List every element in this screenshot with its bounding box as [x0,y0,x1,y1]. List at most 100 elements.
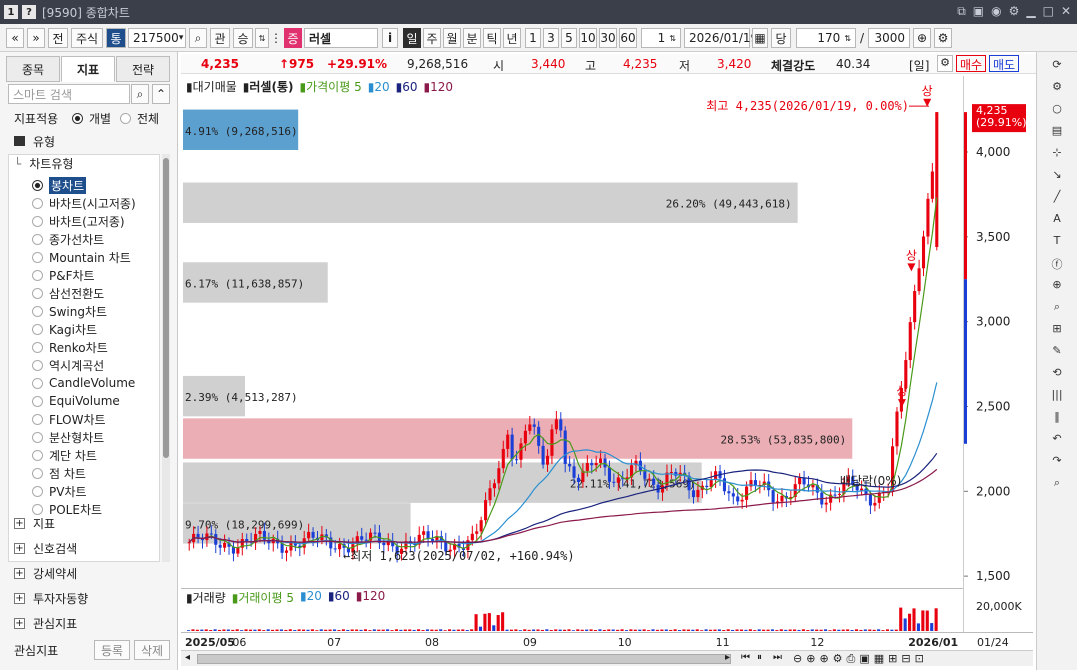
scroll-left-icon[interactable]: ◂ [185,652,190,663]
cycle-icon[interactable]: ⟲ [1047,366,1067,384]
minimize-icon[interactable]: ▁ [1026,4,1035,19]
chart-type-item[interactable]: FLOW차트 [32,410,106,428]
chart-type-item[interactable]: Kagi차트 [32,320,97,338]
period-year-tab[interactable]: 년 [503,28,521,48]
tab-strategy[interactable]: 전략 [116,56,170,82]
sell-button[interactable]: 매도 [989,55,1019,72]
price-chart[interactable]: 4.91% (9,268,516) 26.20% (49,443,618) 6.17… [181,76,963,588]
magnifier-icon[interactable]: ⌕ [131,84,149,104]
section-type[interactable]: 유형 [14,130,55,152]
scroll-thumb[interactable] [197,654,731,664]
multi-lines-icon[interactable]: ‖ [1047,410,1067,428]
info-button[interactable]: i [382,28,398,48]
pointer-icon[interactable]: ↘ [1047,168,1067,186]
zoom-in-icon[interactable]: ⊕ [1047,278,1067,296]
gear-icon[interactable]: ⚙ [833,652,843,666]
period-month-tab[interactable]: 월 [443,28,461,48]
close-icon[interactable]: ✕ [1061,4,1071,19]
minute-5-button[interactable]: 5 [561,28,577,48]
chart-type-item[interactable]: EquiVolume [32,392,120,410]
zoom-out-icon[interactable]: ⊖ [793,652,802,666]
minute-1-button[interactable]: 1 [525,28,541,48]
period-week-tab[interactable]: 주 [423,28,441,48]
grid-tool-icon[interactable]: ⊞ [1047,322,1067,340]
price-y-axis[interactable]: 1,500 2,000 2,500 3,000 3,500 4,000 4,235 (29.9… [963,76,1033,588]
legend-stock[interactable]: ▮러셀(통) [243,78,294,95]
link-icon[interactable]: ⧉ [957,4,966,19]
nav-prev-button[interactable]: « [6,28,24,48]
camera-icon[interactable]: ◉ [991,4,1001,19]
scroll-thumb[interactable] [163,158,169,458]
buy-button[interactable]: 매수 [956,55,986,72]
spinner-icon[interactable]: ⇅ [844,34,851,43]
group-signal-search[interactable]: + 신호검색 [14,537,77,559]
spinner-icon[interactable]: ⇅ [255,28,269,48]
group-favorite-indicator[interactable]: + 관심지표 [14,612,77,634]
chart-type-item[interactable]: CandleVolume [32,374,135,392]
group-investor-trend[interactable]: + 투자자동향 [14,587,88,609]
legend-ma60[interactable]: ▮60 [396,80,418,94]
zoom-icon[interactable]: ⊕ [913,28,931,48]
scroll-right-icon[interactable]: ▸ [725,652,730,663]
spinner-icon[interactable]: ⇅ [669,34,676,43]
gear-icon[interactable]: ⚙ [1047,80,1067,98]
chart-type-item[interactable]: Mountain 차트 [32,248,131,266]
chart-type-item[interactable]: PV차트 [32,482,87,500]
chart-type-item[interactable]: Renko차트 [32,338,108,356]
mode-toggle[interactable]: 통 [106,28,126,48]
vertical-lines-icon[interactable]: ||| [1047,388,1067,406]
help-badge[interactable]: ? [22,5,36,19]
refresh-icon[interactable]: ⟳ [1047,58,1067,76]
list-scrollbar[interactable] [162,154,170,562]
legend-vol-ma60[interactable]: ▮60 [328,589,350,606]
period-minute-tab[interactable]: 분 [463,28,481,48]
maximize-icon[interactable]: □ [1043,4,1054,19]
delete-button[interactable]: 삭제 [134,640,170,660]
time-x-axis[interactable]: 2025/05 06 07 08 09 10 11 12 2026/01 01/24 [181,632,1033,650]
reset-zoom-icon[interactable]: ⊕ [819,652,828,666]
window-number-badge[interactable]: 1 [4,5,18,19]
auto-line-icon[interactable]: A [1047,212,1067,230]
calendar-icon[interactable]: ▦ [752,28,768,48]
save-icon[interactable]: ▣ [859,652,869,666]
gear-icon[interactable]: ⚙ [934,28,952,48]
minute-3-button[interactable]: 3 [543,28,559,48]
chart-type-item[interactable]: P&F차트 [32,266,95,284]
stock-name-field[interactable]: 러셀 [304,28,378,48]
undo-icon[interactable]: ↶ [1047,432,1067,450]
chart-type-item[interactable]: Swing차트 [32,302,107,320]
drag-handle-icon[interactable]: ⋮ [270,28,282,48]
today-button[interactable]: 당 [771,28,791,48]
apply-all-radio[interactable]: 전체 [120,110,159,127]
line-tool-icon[interactable]: ╱ [1047,190,1067,208]
pen-icon[interactable]: ✎ [1047,344,1067,362]
tab-indicator[interactable]: 지표 [61,56,115,82]
circle-icon[interactable]: ○ [1047,102,1067,120]
chart-type-item[interactable]: POLE차트 [32,500,102,518]
first-page-icon[interactable]: ⏮ [741,652,750,663]
legend-volume[interactable]: ▮거래량 [186,589,226,606]
text-tool-icon[interactable]: T [1047,234,1067,252]
register-button[interactable]: 등록 [94,640,130,660]
fib-tool-icon[interactable]: ⓕ [1047,256,1067,274]
chart-type-item[interactable]: 삼선전환도 [32,284,104,302]
chevron-down-icon[interactable]: ▾ [179,33,184,43]
chart-scrollbar[interactable]: ◂ ▸ ⏮ ⏸ ⏭ ⊖ ⊕ ⊕ ⚙ ⎙ ▣ ▦ ⊞ ⊟ ⊡ [181,650,1033,666]
chart-type-item[interactable]: 점 차트 [32,464,86,482]
gear-icon[interactable]: ⚙ [937,55,953,72]
period-day-tab[interactable]: 일 [403,28,421,48]
up-button[interactable]: 승 [233,28,253,48]
search-button[interactable]: ⌕ [189,28,207,48]
legend-vol-ma120[interactable]: ▮120 [356,589,386,606]
minute-30-button[interactable]: 30 [599,28,617,48]
minus-icon[interactable]: ⊟ [901,652,910,666]
chart-type-item[interactable]: 종가선차트 [32,230,104,248]
minute-10-button[interactable]: 10 [579,28,597,48]
legend-ma5[interactable]: ▮가격이평 5 [299,78,361,95]
collapse-icon[interactable]: ⌃ [152,84,170,104]
stock-code-input[interactable]: 217500 ▾ [128,28,186,48]
zoom-in-icon[interactable]: ⊕ [806,652,815,666]
apply-individual-radio[interactable]: 개별 [72,110,111,127]
print-icon[interactable]: ⎙ [847,652,856,666]
chart-type-item[interactable]: 분산형차트 [32,428,104,446]
